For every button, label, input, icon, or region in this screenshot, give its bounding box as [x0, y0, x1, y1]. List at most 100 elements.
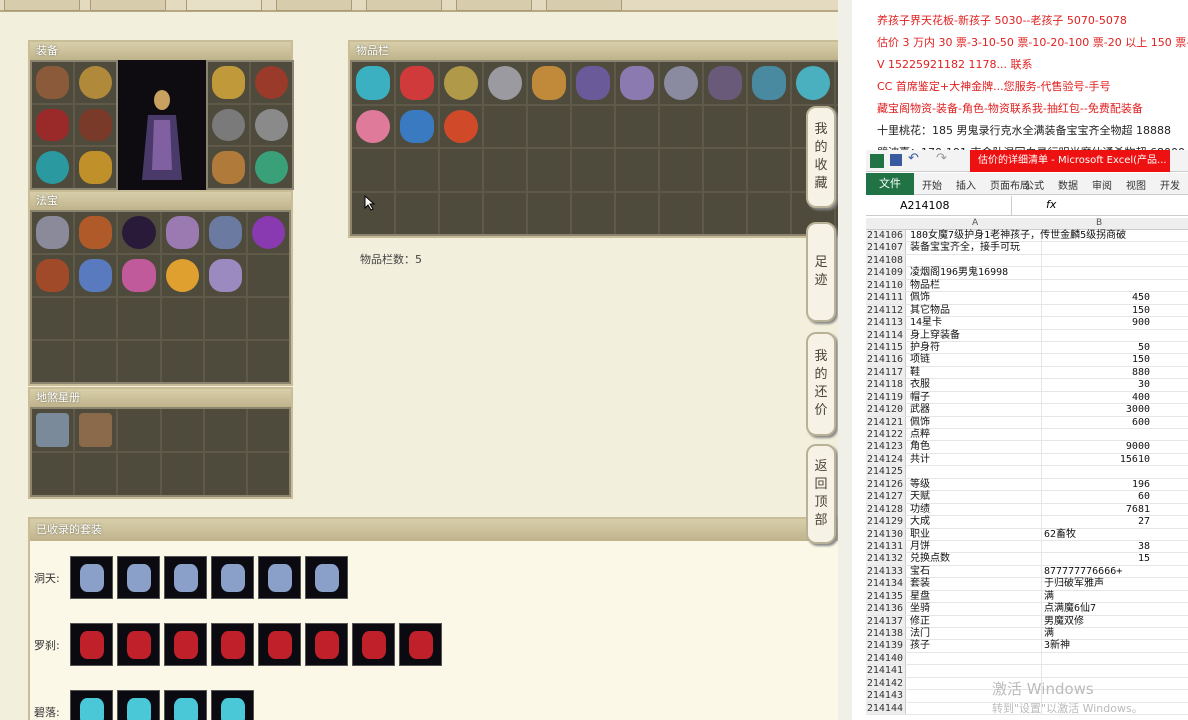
cell-b[interactable]: 满	[1042, 591, 1152, 602]
cell-a[interactable]: 项链	[906, 354, 1042, 366]
cell-a[interactable]: 兑换点数	[906, 553, 1042, 565]
inventory-slot[interactable]	[748, 105, 790, 147]
cell-b[interactable]: 男魔双修	[1042, 616, 1152, 627]
row-number[interactable]: 214113	[866, 317, 906, 329]
inventory-slot[interactable]	[572, 105, 614, 147]
cell-b[interactable]: 27	[1042, 516, 1152, 527]
cell-a[interactable]: 武器	[906, 404, 1042, 416]
cell-a[interactable]: 佩饰	[906, 292, 1042, 304]
tab-4[interactable]	[276, 0, 352, 11]
cell-b[interactable]: 60	[1042, 491, 1152, 502]
cell-a[interactable]: 法门	[906, 628, 1042, 640]
row-number[interactable]: 214135	[866, 590, 906, 603]
inventory-slot[interactable]	[352, 105, 394, 147]
row-number[interactable]: 214139	[866, 640, 906, 652]
row-number[interactable]: 214106	[866, 230, 906, 242]
inventory-slot[interactable]	[484, 149, 526, 191]
cell-a[interactable]: 衣服	[906, 379, 1042, 391]
treasure-slot[interactable]	[161, 212, 203, 253]
row-number[interactable]: 214142	[866, 677, 906, 690]
cell-a[interactable]: 功绩	[906, 503, 1042, 516]
inventory-slot[interactable]	[528, 62, 570, 104]
ribbon-tab[interactable]: 视图	[1126, 177, 1146, 192]
back-to-top-button[interactable]: 返回顶部	[806, 444, 836, 544]
suit-piece[interactable]	[117, 623, 160, 666]
inventory-slot[interactable]	[792, 62, 834, 104]
cell-b[interactable]	[1042, 466, 1152, 477]
equip-slot[interactable]	[75, 62, 116, 103]
cell-b[interactable]: 196	[1042, 479, 1152, 490]
treasure-slot[interactable]	[204, 255, 246, 296]
ribbon-tab[interactable]: 公式	[1024, 177, 1044, 192]
suit-piece[interactable]	[399, 623, 442, 666]
inventory-slot[interactable]	[440, 149, 482, 191]
suit-piece[interactable]	[305, 556, 348, 599]
treasure-slot[interactable]	[161, 255, 203, 296]
treasure-slot[interactable]	[118, 341, 160, 382]
row-number[interactable]: 214140	[866, 652, 906, 665]
cell-b[interactable]	[1042, 429, 1152, 440]
row-number[interactable]: 214114	[866, 329, 906, 341]
cell-b[interactable]: 150	[1042, 305, 1152, 316]
redo-icon[interactable]: ↷	[936, 151, 947, 166]
row-number[interactable]: 214117	[866, 366, 906, 379]
cell-a[interactable]: 星盘	[906, 590, 1042, 603]
cell-a[interactable]: 护身符	[906, 341, 1042, 354]
treasure-slot[interactable]	[75, 341, 117, 382]
treasure-slot[interactable]	[75, 298, 117, 339]
row-number[interactable]: 214124	[866, 453, 906, 466]
row-number[interactable]: 214109	[866, 267, 906, 279]
suit-piece[interactable]	[258, 556, 301, 599]
my-favorites-button[interactable]: 我的收藏	[806, 106, 836, 208]
row-number[interactable]: 214107	[866, 242, 906, 254]
equip-slot[interactable]	[75, 147, 116, 188]
earth-star-slot[interactable]	[161, 453, 203, 495]
cell-b[interactable]	[1042, 255, 1152, 266]
row-number[interactable]: 214121	[866, 416, 906, 428]
equip-slot[interactable]	[208, 62, 249, 103]
equip-slot[interactable]	[208, 147, 249, 188]
cell-b[interactable]: 62畜牧	[1042, 529, 1152, 540]
ribbon-tab[interactable]: 数据	[1058, 177, 1078, 192]
row-number[interactable]: 214115	[866, 341, 906, 354]
cell-a[interactable]: 身上穿装备	[906, 329, 1042, 341]
row-number[interactable]: 214111	[866, 292, 906, 304]
row-number[interactable]: 214128	[866, 503, 906, 516]
cell-a[interactable]	[906, 254, 1042, 267]
cell-a[interactable]: 宝石	[906, 565, 1042, 578]
cell-a[interactable]: 坐骑	[906, 603, 1042, 615]
cell-b[interactable]: 3新神	[1042, 640, 1152, 651]
cell-a[interactable]	[906, 652, 1042, 665]
tab-7[interactable]	[546, 0, 622, 11]
cell-b[interactable]: 400	[1042, 392, 1152, 403]
inventory-slot[interactable]	[440, 192, 482, 234]
cell-a[interactable]: 天赋	[906, 491, 1042, 503]
treasure-slot[interactable]	[204, 298, 246, 339]
treasure-slot[interactable]	[161, 298, 203, 339]
cell-a[interactable]: 点粹	[906, 429, 1042, 441]
inventory-slot[interactable]	[352, 149, 394, 191]
inventory-slot[interactable]	[616, 149, 658, 191]
earth-star-slot[interactable]	[204, 453, 246, 495]
row-number[interactable]: 214144	[866, 702, 906, 715]
footprint-button[interactable]: 足迹	[806, 222, 836, 322]
inventory-slot[interactable]	[484, 105, 526, 147]
suit-piece[interactable]	[70, 623, 113, 666]
suit-piece[interactable]	[70, 690, 113, 720]
equip-slot[interactable]	[32, 104, 73, 146]
tab-3[interactable]	[186, 0, 262, 11]
inventory-slot[interactable]	[528, 105, 570, 147]
suit-piece[interactable]	[258, 623, 301, 666]
earth-star-slot[interactable]	[161, 409, 203, 451]
cell-b[interactable]: 880	[1042, 367, 1152, 378]
treasure-slot[interactable]	[32, 341, 74, 382]
treasure-slot[interactable]	[247, 298, 289, 339]
cell-a[interactable]: 其它物品	[906, 304, 1042, 317]
inventory-slot[interactable]	[484, 62, 526, 104]
equip-slot[interactable]	[32, 147, 73, 188]
cell-a[interactable]: 帽子	[906, 391, 1042, 404]
inventory-slot[interactable]	[748, 62, 790, 104]
row-number[interactable]: 214130	[866, 528, 906, 540]
ribbon-tab[interactable]: 审阅	[1092, 177, 1112, 192]
treasure-slot[interactable]	[75, 212, 117, 253]
